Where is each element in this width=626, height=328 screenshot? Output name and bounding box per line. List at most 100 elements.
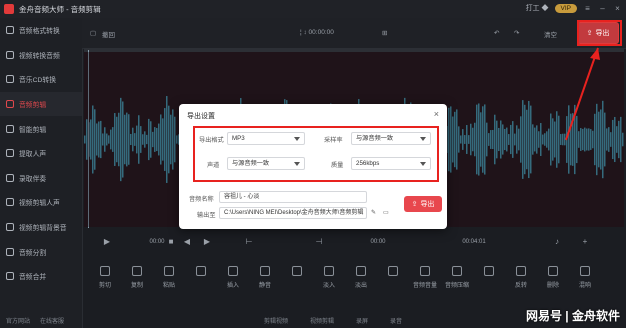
tool-icon [260,266,270,276]
samplerate-select[interactable]: 与源音频一致 [351,132,431,145]
tool-icon [100,266,110,276]
tool-label: 复制 [130,283,143,289]
redo-icon[interactable]: ↷ [514,29,519,37]
dialog-title: 导出设置 [187,113,215,120]
tool-button[interactable]: 粘贴 [154,266,184,289]
stop-icon[interactable]: ■ [166,237,176,247]
tool-icon [356,266,366,276]
tool-button[interactable]: 淡入 [314,266,344,289]
volume-icon[interactable]: ♪ [552,237,562,247]
tool-button[interactable]: 音频压缩 [442,266,472,289]
format-select[interactable]: MP3 [227,132,305,145]
bottom-link-4[interactable]: 录音 [390,316,402,325]
tool-label: 反转 [514,283,527,289]
minimize-icon[interactable]: – [598,4,607,13]
sidebar-item[interactable]: 录取伴奏 [0,166,82,191]
channel-label: 声道 [207,162,220,169]
sidebar-item-icon [6,198,14,207]
tool-button[interactable]: 删除 [538,266,568,289]
export-highlight-box [577,20,622,46]
next-icon[interactable]: ▶ [202,237,212,247]
sidebar-item-label: 音频剪辑 [19,102,47,110]
sidebar-item[interactable]: 音频合并 [0,264,82,289]
sidebar-item[interactable]: 音频分割 [0,239,82,264]
quality-select[interactable]: 256kbps [351,157,431,170]
prev-icon[interactable]: ◀ [182,237,192,247]
tool-button[interactable]: 反转 [506,266,536,289]
tool-label: 音频音量 [412,283,437,289]
tool-icon [132,266,142,276]
tool-button[interactable]: 混响 [570,266,600,289]
tool-icon [196,266,206,276]
sidebar-item-icon [6,100,14,109]
sidebar-item[interactable]: 智能剪辑 [0,116,82,141]
tool-icon [324,266,334,276]
tool-button[interactable] [282,266,312,280]
sidebar-item-icon [6,223,14,232]
clear-button[interactable]: 清空 [544,29,557,39]
sidebar-item[interactable]: 视频转换音频 [0,43,82,68]
dialog-close-icon[interactable]: × [434,109,439,119]
tool-button[interactable] [186,266,216,280]
sidebar-item-icon [6,75,14,84]
tool-icon [484,266,494,276]
upload-icon: ⇪ [411,201,418,208]
tool-button[interactable]: 静音 [250,266,280,289]
time-current: 00:00 [370,239,386,245]
undo-icon[interactable]: ↶ [494,29,499,37]
dialog-export-button[interactable]: ⇪ 导出 [404,196,442,212]
quality-label: 质量 [331,162,344,169]
tool-label: 音频压缩 [444,283,469,289]
sidebar-item[interactable]: 视频剪辑背景音 [0,215,82,240]
menu-icon[interactable]: ≡ [583,4,592,13]
file-icon[interactable]: ▢ [90,29,96,37]
online-support-link[interactable]: 在线客服 [40,316,64,325]
folder-icon[interactable]: ▭ [383,209,389,216]
tool-icon [420,266,430,276]
tool-icon [516,266,526,276]
tool-button[interactable]: 剪切 [90,266,120,289]
tool-icon [164,266,174,276]
tool-button[interactable]: 插入 [218,266,248,289]
tool-button[interactable]: 音频音量 [410,266,440,289]
tool-button[interactable]: 淡出 [346,266,376,289]
sidebar-item[interactable]: 音频格式转换 [0,18,82,43]
bottom-link-1[interactable]: 剪辑视频 [264,316,288,325]
sidebar-item-icon [6,149,14,158]
close-icon[interactable]: × [613,4,622,13]
sidebar-item-icon [6,272,14,281]
play-icon[interactable]: ▶ [102,237,112,247]
chevron-down-icon [420,137,426,141]
name-input[interactable]: 容祖儿 - 心淡 [219,191,367,203]
sidebar-item-label: 视频转换音频 [19,52,60,60]
tool-button[interactable] [474,266,504,280]
zoom-icon[interactable]: ⊞ [382,29,387,37]
undo-label[interactable]: 撤回 [102,29,115,39]
vip-badge[interactable]: VIP [554,3,577,13]
official-site-link[interactable]: 官方网站 [6,316,30,325]
time-total: 00:04:01 [462,239,486,245]
mark-out-icon[interactable]: ⊣ [314,237,324,247]
sidebar-item[interactable]: 提取人声 [0,141,82,166]
sidebar-item-label: 提取人声 [19,151,47,159]
user-label[interactable]: 打工 ◆ [526,3,549,13]
sidebar-item-icon [6,124,14,133]
edit-icon[interactable]: ✎ [371,209,376,216]
bottom-link-3[interactable]: 录屏 [356,316,368,325]
tool-button[interactable] [378,266,408,280]
sidebar-item[interactable]: 音频剪辑 [0,91,82,117]
tool-label: 粘贴 [162,283,175,289]
sidebar-item-label: 音频合并 [19,274,47,282]
mark-in-icon[interactable]: ⊢ [244,237,254,247]
channel-select[interactable]: 与源音频一致 [227,157,305,170]
tool-icon [580,266,590,276]
tool-icon [548,266,558,276]
tool-button[interactable]: 复制 [122,266,152,289]
zoom-in-icon[interactable]: + [580,237,590,247]
sidebar-item-label: 音频分割 [19,249,47,257]
output-path-input[interactable]: C:\Users\NING MEI\Desktop\金舟音频大师\音频剪辑 [219,207,367,219]
bottom-link-2[interactable]: 视频剪辑 [310,316,334,325]
sidebar-item[interactable]: 音乐CD转换 [0,67,82,92]
output-label: 输出至 [197,212,216,219]
sidebar-item[interactable]: 视频剪辑人声 [0,190,82,215]
